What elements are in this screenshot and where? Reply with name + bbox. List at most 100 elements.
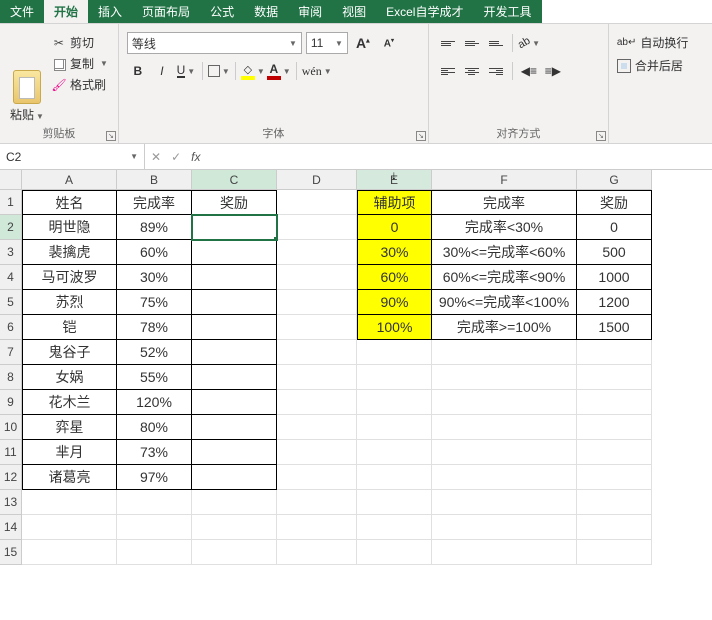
cell[interactable]: 芈月	[22, 440, 117, 465]
cell[interactable]	[277, 415, 357, 440]
cell[interactable]	[192, 340, 277, 365]
tab-insert[interactable]: 插入	[88, 0, 132, 23]
decrease-indent-button[interactable]: ◀≡	[518, 60, 540, 82]
shrink-font-button[interactable]: A▾	[378, 32, 400, 54]
phonetic-button[interactable]: wén▼	[302, 60, 332, 82]
cell[interactable]	[432, 490, 577, 515]
copy-button[interactable]: 复制▼	[52, 55, 108, 72]
row-header[interactable]: 11	[0, 440, 22, 465]
cell[interactable]: 60%<=完成率<90%	[432, 265, 577, 290]
cell[interactable]	[357, 440, 432, 465]
cell[interactable]: 120%	[117, 390, 192, 415]
cell[interactable]: 铠	[22, 315, 117, 340]
italic-button[interactable]: I	[151, 60, 173, 82]
cell[interactable]	[577, 515, 652, 540]
row-header[interactable]: 2	[0, 215, 22, 240]
cell[interactable]	[357, 465, 432, 490]
cell[interactable]	[277, 390, 357, 415]
cell[interactable]	[192, 240, 277, 265]
cell[interactable]: 500	[577, 240, 652, 265]
tab-custom[interactable]: Excel自学成才	[376, 0, 473, 23]
tab-page-layout[interactable]: 页面布局	[132, 0, 200, 23]
col-header-C[interactable]: C	[192, 170, 277, 190]
row-header[interactable]: 9	[0, 390, 22, 415]
cell[interactable]	[117, 515, 192, 540]
cell[interactable]: 97%	[117, 465, 192, 490]
cell[interactable]: 完成率>=100%	[432, 315, 577, 340]
cell[interactable]	[192, 390, 277, 415]
cell[interactable]: 完成率	[117, 190, 192, 215]
cell[interactable]	[357, 490, 432, 515]
cell[interactable]	[192, 215, 277, 240]
cell[interactable]: 马可波罗	[22, 265, 117, 290]
cell[interactable]	[577, 540, 652, 565]
cell[interactable]	[577, 415, 652, 440]
cell[interactable]	[357, 390, 432, 415]
cell[interactable]	[357, 340, 432, 365]
cell[interactable]: 女娲	[22, 365, 117, 390]
align-right-button[interactable]	[485, 60, 507, 82]
formula-input[interactable]	[206, 144, 712, 169]
cell[interactable]	[192, 490, 277, 515]
cell[interactable]: 辅助项	[357, 190, 432, 215]
fx-icon[interactable]: fx	[191, 150, 200, 164]
top-align-button[interactable]	[437, 32, 459, 54]
cell[interactable]	[277, 290, 357, 315]
cell[interactable]	[22, 490, 117, 515]
cell[interactable]: 1200	[577, 290, 652, 315]
row-header[interactable]: 1	[0, 190, 22, 215]
fill-color-button[interactable]: ◇ ▼	[241, 60, 265, 82]
cell[interactable]: 75%	[117, 290, 192, 315]
cell[interactable]	[277, 440, 357, 465]
cell[interactable]: 90%<=完成率<100%	[432, 290, 577, 315]
cell[interactable]	[277, 190, 357, 215]
row-header[interactable]: 5	[0, 290, 22, 315]
tab-file[interactable]: 文件	[0, 0, 44, 23]
orientation-button[interactable]: ab▼	[518, 32, 540, 54]
cell[interactable]	[357, 515, 432, 540]
col-header-B[interactable]: B	[117, 170, 192, 190]
col-header-D[interactable]: D	[277, 170, 357, 190]
cell[interactable]	[357, 365, 432, 390]
merge-center-button[interactable]: 合并后居	[617, 57, 689, 74]
cell[interactable]: 完成率	[432, 190, 577, 215]
row-header[interactable]: 10	[0, 415, 22, 440]
cell[interactable]	[22, 540, 117, 565]
cell[interactable]	[192, 515, 277, 540]
cell[interactable]	[432, 440, 577, 465]
cell[interactable]: 30%	[357, 240, 432, 265]
cell[interactable]: 鬼谷子	[22, 340, 117, 365]
row-header[interactable]: 13	[0, 490, 22, 515]
row-header[interactable]: 4	[0, 265, 22, 290]
dialog-launcher-icon[interactable]: ↘	[596, 131, 606, 141]
cell[interactable]	[577, 390, 652, 415]
cell[interactable]	[117, 540, 192, 565]
cell[interactable]	[117, 490, 192, 515]
wrap-text-button[interactable]: ab↵ 自动换行	[617, 34, 689, 51]
cell[interactable]	[432, 540, 577, 565]
row-header[interactable]: 15	[0, 540, 22, 565]
increase-indent-button[interactable]: ≡▶	[542, 60, 564, 82]
cell[interactable]: 78%	[117, 315, 192, 340]
format-painter-button[interactable]: 格式刷	[52, 76, 108, 93]
name-box[interactable]: C2 ▼	[0, 144, 145, 169]
cell[interactable]: 完成率<30%	[432, 215, 577, 240]
tab-formulas[interactable]: 公式	[200, 0, 244, 23]
cell[interactable]: 52%	[117, 340, 192, 365]
cell[interactable]: 奖励	[577, 190, 652, 215]
cell[interactable]	[192, 415, 277, 440]
align-left-button[interactable]	[437, 60, 459, 82]
cell[interactable]: 苏烈	[22, 290, 117, 315]
col-header-F[interactable]: F	[432, 170, 577, 190]
tab-home[interactable]: 开始	[44, 0, 88, 23]
cell[interactable]	[432, 390, 577, 415]
cell[interactable]: 奖励	[192, 190, 277, 215]
cell[interactable]: 1500	[577, 315, 652, 340]
cell[interactable]	[277, 315, 357, 340]
font-color-button[interactable]: A ▼	[267, 60, 291, 82]
row-header[interactable]: 12	[0, 465, 22, 490]
cell[interactable]	[432, 340, 577, 365]
cell[interactable]	[577, 440, 652, 465]
grow-font-button[interactable]: A▴	[352, 32, 374, 54]
col-header-G[interactable]: G	[577, 170, 652, 190]
